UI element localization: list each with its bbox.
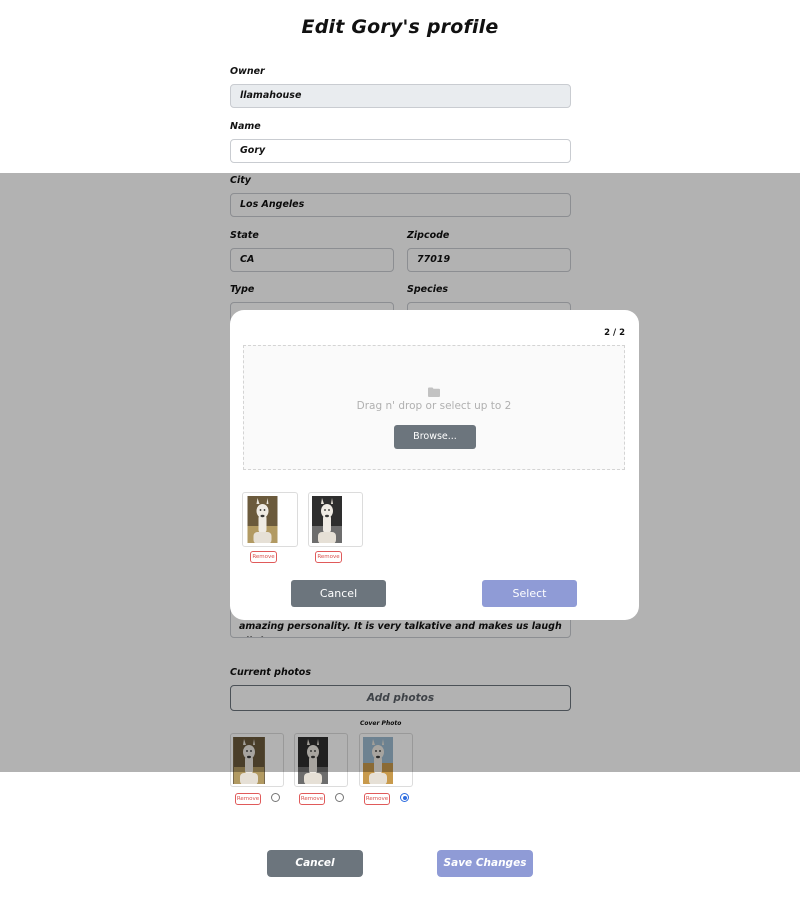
save-changes-button[interactable]: Save Changes (437, 850, 533, 877)
dropzone[interactable]: Drag n' drop or select up to 2 Browse... (243, 345, 625, 470)
dropzone-text: Drag n' drop or select up to 2 (356, 400, 512, 412)
page-title: Edit Gory's profile (301, 16, 499, 38)
selection-counter: 2 / 2 (604, 328, 625, 338)
current-photo-remove-button[interactable]: Remove (299, 793, 325, 805)
modal-cancel-button[interactable]: Cancel (291, 580, 386, 607)
name-field[interactable]: Gory (230, 139, 571, 163)
selected-photo-remove-button[interactable]: Remove (315, 551, 342, 563)
photo-upload-modal: 2 / 2 Drag n' drop or select up to 2 Bro… (230, 310, 639, 620)
owner-field: llamahouse (230, 84, 571, 108)
selected-photo-image (247, 496, 278, 543)
current-photo-remove-button[interactable]: Remove (235, 793, 261, 805)
owner-label: Owner (230, 66, 265, 77)
selected-photo-remove-button[interactable]: Remove (250, 551, 277, 563)
modal-select-button[interactable]: Select (482, 580, 577, 607)
folder-icon (428, 382, 440, 401)
browse-button[interactable]: Browse... (394, 425, 476, 449)
cover-photo-radio[interactable] (271, 793, 280, 802)
cover-photo-radio-selected[interactable] (400, 793, 409, 802)
cancel-button[interactable]: Cancel (267, 850, 363, 877)
selected-photo-image (311, 496, 343, 543)
cover-photo-radio[interactable] (335, 793, 344, 802)
current-photo-remove-button[interactable]: Remove (364, 793, 390, 805)
name-label: Name (230, 121, 261, 132)
